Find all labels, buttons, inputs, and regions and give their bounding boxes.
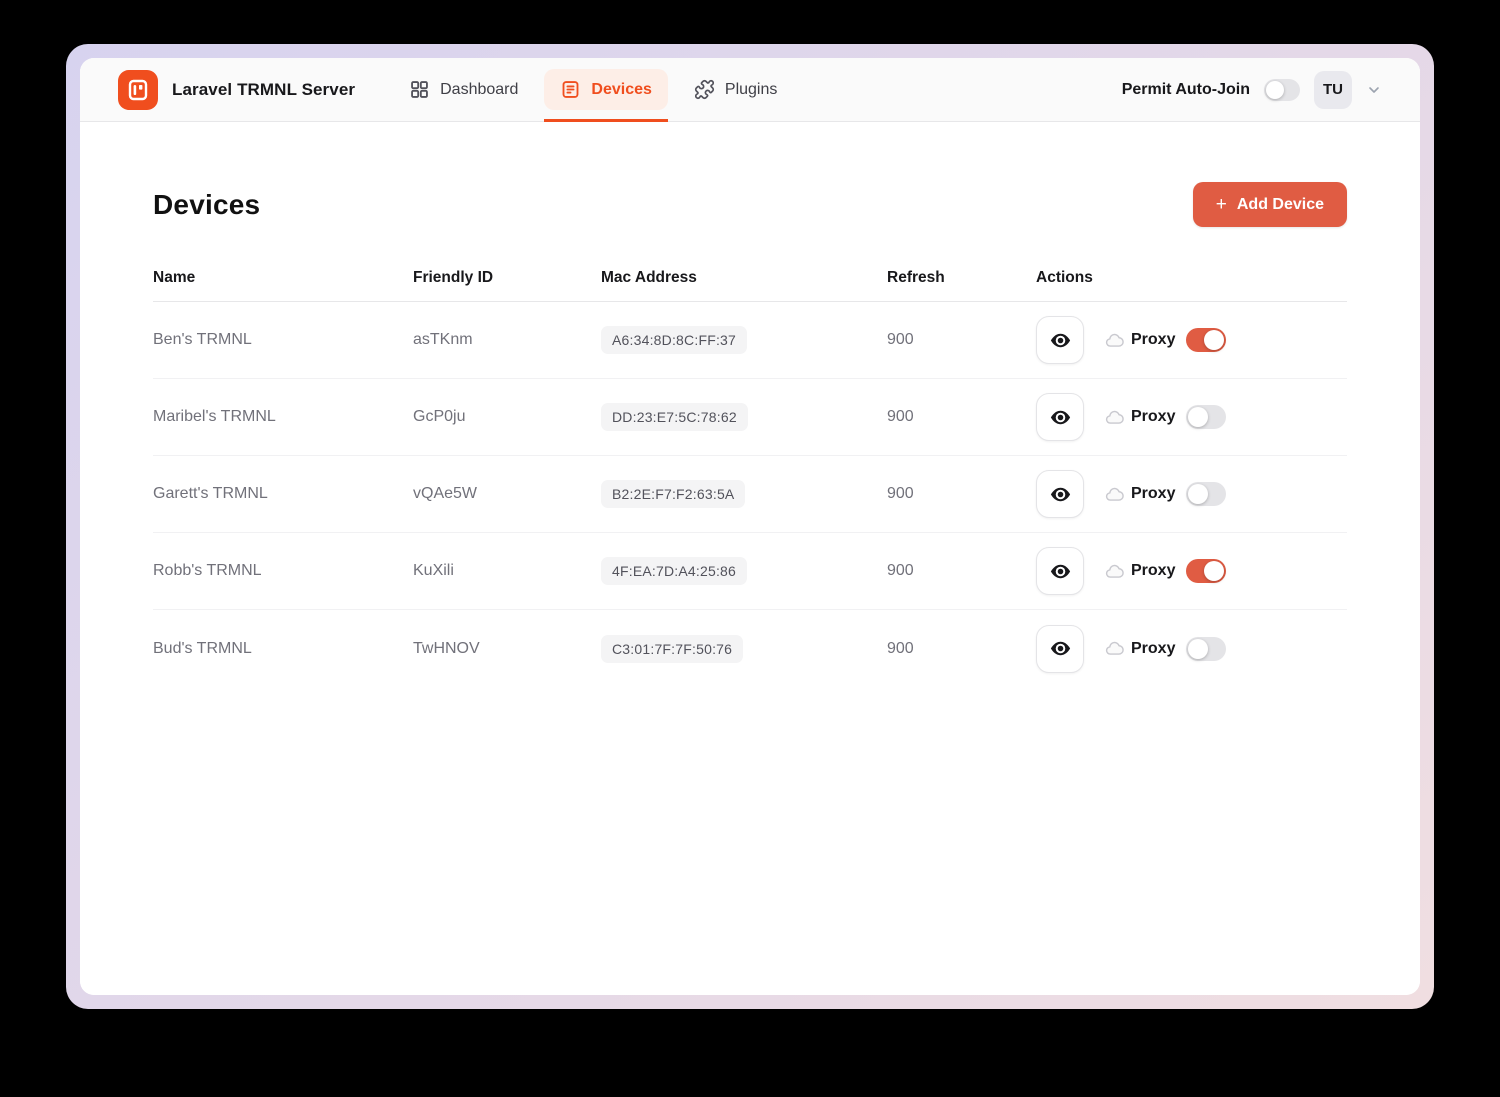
proxy-toggle[interactable]: [1186, 482, 1226, 506]
device-refresh: 900: [887, 331, 1036, 349]
add-device-label: Add Device: [1237, 196, 1324, 214]
proxy-toggle[interactable]: [1186, 559, 1226, 583]
nav-label-plugins: Plugins: [725, 81, 777, 99]
device-friendly-id: TwHNOV: [413, 640, 601, 658]
device-actions: Proxy: [1036, 470, 1347, 518]
column-header-friendly-id: Friendly ID: [413, 269, 601, 287]
proxy-toggle[interactable]: [1186, 328, 1226, 352]
eye-icon: [1049, 637, 1072, 660]
app-header: Laravel TRMNL Server Dashboar: [80, 58, 1420, 122]
main-nav: Dashboard Devices: [393, 58, 793, 121]
proxy-label: Proxy: [1131, 408, 1175, 426]
device-friendly-id: KuXili: [413, 562, 601, 580]
device-name: Garett's TRMNL: [153, 485, 413, 503]
chevron-down-icon[interactable]: [1366, 82, 1382, 98]
view-device-button[interactable]: [1036, 547, 1084, 595]
device-name: Bud's TRMNL: [153, 640, 413, 658]
app-window: Laravel TRMNL Server Dashboar: [80, 58, 1420, 995]
view-device-button[interactable]: [1036, 393, 1084, 441]
column-header-actions: Actions: [1036, 269, 1347, 287]
device-actions: Proxy: [1036, 316, 1347, 364]
device-refresh: 900: [887, 640, 1036, 658]
device-refresh: 900: [887, 408, 1036, 426]
device-friendly-id: asTKnm: [413, 331, 601, 349]
device-mac-address: C3:01:7F:7F:50:76: [601, 635, 743, 663]
view-device-button[interactable]: [1036, 316, 1084, 364]
device-actions: Proxy: [1036, 393, 1347, 441]
list-icon: [560, 79, 581, 100]
grid-icon: [409, 79, 430, 100]
eye-icon: [1049, 560, 1072, 583]
table-header: Name Friendly ID Mac Address Refresh Act…: [153, 269, 1347, 302]
cloud-icon: [1105, 562, 1124, 581]
nav-item-devices[interactable]: Devices: [544, 58, 668, 121]
device-mac-address: A6:34:8D:8C:FF:37: [601, 326, 747, 354]
cloud-icon: [1105, 408, 1124, 427]
proxy-label: Proxy: [1131, 562, 1175, 580]
brand-title: Laravel TRMNL Server: [172, 80, 355, 100]
nav-label-devices: Devices: [591, 81, 652, 99]
puzzle-icon: [694, 79, 715, 100]
device-name: Maribel's TRMNL: [153, 408, 413, 426]
proxy-toggle[interactable]: [1186, 637, 1226, 661]
proxy-label: Proxy: [1131, 640, 1175, 658]
column-header-refresh: Refresh: [887, 269, 1036, 287]
page-title: Devices: [153, 189, 260, 221]
table-row: Robb's TRMNL KuXili 4F:EA:7D:A4:25:86 90…: [153, 533, 1347, 610]
main-content: Devices + Add Device Name Friendly ID Ma…: [80, 122, 1420, 995]
device-mac-address: 4F:EA:7D:A4:25:86: [601, 557, 747, 585]
proxy-label: Proxy: [1131, 485, 1175, 503]
device-actions: Proxy: [1036, 547, 1347, 595]
brand: Laravel TRMNL Server: [118, 58, 355, 121]
window-frame: Laravel TRMNL Server Dashboar: [66, 44, 1434, 1009]
eye-icon: [1049, 406, 1072, 429]
nav-label-dashboard: Dashboard: [440, 81, 518, 99]
app-logo-icon: [118, 70, 158, 110]
device-name: Robb's TRMNL: [153, 562, 413, 580]
eye-icon: [1049, 483, 1072, 506]
add-device-button[interactable]: + Add Device: [1193, 182, 1347, 227]
device-refresh: 900: [887, 562, 1036, 580]
proxy-toggle[interactable]: [1186, 405, 1226, 429]
avatar[interactable]: TU: [1314, 71, 1352, 109]
table-row: Maribel's TRMNL GcP0ju DD:23:E7:5C:78:62…: [153, 379, 1347, 456]
device-friendly-id: vQAe5W: [413, 485, 601, 503]
view-device-button[interactable]: [1036, 470, 1084, 518]
device-refresh: 900: [887, 485, 1036, 503]
table-row: Bud's TRMNL TwHNOV C3:01:7F:7F:50:76 900: [153, 610, 1347, 687]
nav-item-dashboard[interactable]: Dashboard: [393, 58, 534, 121]
table-row: Garett's TRMNL vQAe5W B2:2E:F7:F2:63:5A …: [153, 456, 1347, 533]
device-mac-address: B2:2E:F7:F2:63:5A: [601, 480, 745, 508]
table-row: Ben's TRMNL asTKnm A6:34:8D:8C:FF:37 900: [153, 302, 1347, 379]
column-header-name: Name: [153, 269, 413, 287]
device-friendly-id: GcP0ju: [413, 408, 601, 426]
proxy-label: Proxy: [1131, 331, 1175, 349]
devices-table: Name Friendly ID Mac Address Refresh Act…: [153, 269, 1347, 687]
table-body: Ben's TRMNL asTKnm A6:34:8D:8C:FF:37 900: [153, 302, 1347, 687]
device-name: Ben's TRMNL: [153, 331, 413, 349]
eye-icon: [1049, 329, 1072, 352]
permit-auto-join-label: Permit Auto-Join: [1122, 81, 1250, 99]
permit-auto-join-toggle[interactable]: [1264, 79, 1300, 101]
nav-item-plugins[interactable]: Plugins: [678, 58, 793, 121]
cloud-icon: [1105, 331, 1124, 350]
header-right: Permit Auto-Join TU: [1122, 58, 1382, 121]
plus-icon: +: [1216, 195, 1227, 214]
device-actions: Proxy: [1036, 625, 1347, 673]
cloud-icon: [1105, 639, 1124, 658]
column-header-mac-address: Mac Address: [601, 269, 887, 287]
device-mac-address: DD:23:E7:5C:78:62: [601, 403, 748, 431]
view-device-button[interactable]: [1036, 625, 1084, 673]
cloud-icon: [1105, 485, 1124, 504]
